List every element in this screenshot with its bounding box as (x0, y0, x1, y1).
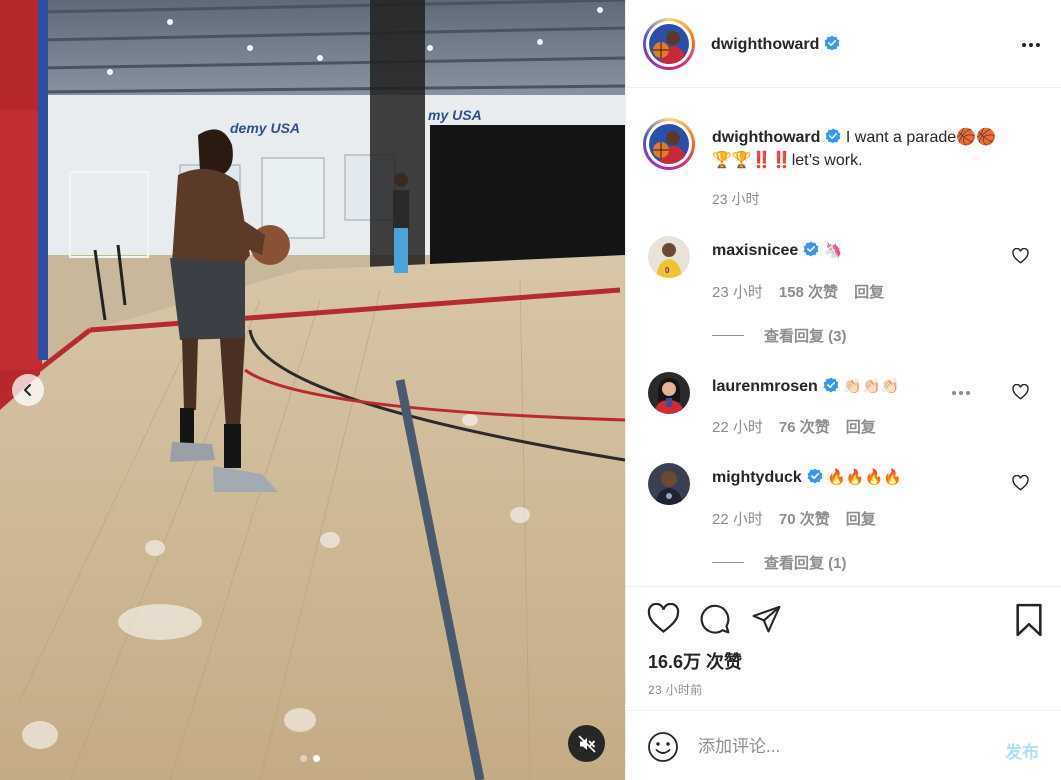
post-like-count[interactable]: 16.6万 次赞 (648, 648, 742, 674)
comment-username[interactable]: laurenmrosen (712, 378, 818, 395)
comment-meta-2: 22 小时 76 次赞 回复 (712, 416, 876, 437)
post-header: dwighthoward (626, 0, 1061, 88)
comment-like-count[interactable]: 158 次赞 (779, 281, 838, 302)
post-media-video[interactable]: demy USA my USA (0, 0, 625, 780)
divider-line (712, 335, 744, 336)
wall-sign-left: demy USA (230, 120, 300, 136)
add-comment-bar: 发布 (626, 710, 1061, 780)
verified-badge-icon (803, 241, 819, 257)
verified-badge-icon (826, 128, 841, 144)
speaker-muted-icon (578, 735, 595, 752)
comment-avatar-laurenmrosen[interactable] (648, 372, 690, 414)
comment-text: 🔥🔥🔥🔥 (827, 468, 902, 486)
view-replies-button[interactable]: 查看回复 (1) (712, 552, 847, 573)
comment-username[interactable]: mightyduck (712, 469, 802, 486)
caption-author-avatar-ring[interactable] (643, 118, 695, 170)
author-avatar (649, 24, 689, 64)
comment-time: 22 小时 (712, 511, 763, 528)
mute-toggle-button[interactable] (568, 725, 605, 762)
author-avatar-ring[interactable] (643, 18, 695, 70)
comment-reply-button[interactable]: 回复 (854, 281, 884, 302)
comment-meta-3: 22 小时 70 次赞 回复 (712, 508, 876, 529)
post-options-button[interactable] (1022, 43, 1040, 47)
comment-avatar-mightyduck[interactable] (648, 463, 690, 505)
caption-time: 23 小时 (712, 191, 760, 207)
verified-badge-icon (823, 377, 839, 393)
comment-avatar-maxisnicee[interactable]: 0 (648, 236, 690, 278)
comment-like-heart-icon[interactable] (1012, 248, 1029, 264)
comment-like-count[interactable]: 70 次赞 (779, 508, 830, 529)
post-timestamp: 23 小时前 (648, 683, 703, 697)
author-username[interactable]: dwighthoward (711, 36, 819, 53)
comment-body-2: laurenmrosen 👏🏻👏🏻👏🏻 (712, 377, 899, 396)
gym-scene-image: demy USA my USA (0, 0, 625, 780)
comment-like-count[interactable]: 76 次赞 (779, 416, 830, 437)
comment-text: 🦄 (823, 241, 843, 259)
comment-input[interactable] (698, 735, 978, 759)
post-side-panel: dwighthoward dwighthoward I want a parad… (625, 0, 1061, 780)
carousel-indicator (300, 755, 320, 762)
view-replies-label: 查看回复 (3) (764, 328, 847, 345)
chevron-left-icon (24, 384, 31, 396)
verified-badge-icon (825, 35, 840, 51)
divider-line (712, 562, 744, 563)
comment-body-3: mightyduck 🔥🔥🔥🔥 (712, 468, 902, 487)
post-actions-section: 16.6万 次赞 23 小时前 (626, 586, 1061, 710)
like-heart-icon[interactable] (647, 603, 680, 634)
emoji-smiley-icon[interactable] (647, 731, 679, 763)
caption-text-line2: 🏆🏆‼️‼️let’s work. (712, 152, 863, 169)
carousel-prev-button[interactable] (12, 374, 44, 406)
bookmark-icon[interactable] (1014, 603, 1044, 637)
comment-username[interactable]: maxisnicee (712, 242, 798, 259)
caption-username[interactable]: dwighthoward (712, 129, 820, 146)
comment-reply-button[interactable]: 回复 (846, 508, 876, 529)
verified-badge-icon (807, 468, 823, 484)
svg-text:0: 0 (665, 266, 670, 275)
carousel-dot-active (313, 755, 320, 762)
comment-options-button[interactable] (952, 391, 970, 395)
caption-text-line1: I want a parade🏀🏀 (845, 129, 997, 146)
post-comment-button[interactable]: 发布 (1005, 738, 1039, 763)
view-replies-button[interactable]: 查看回复 (3) (712, 325, 847, 346)
comment-bubble-icon[interactable] (698, 603, 732, 635)
comment-meta-1: 23 小时 158 次赞 回复 (712, 281, 884, 302)
comment-text: 👏🏻👏🏻👏🏻 (843, 377, 900, 395)
comment-body-1: maxisnicee 🦄 (712, 241, 842, 260)
comment-time: 22 小时 (712, 419, 763, 436)
carousel-dot (300, 755, 307, 762)
share-plane-icon[interactable] (750, 603, 783, 634)
post-caption: dwighthoward I want a parade🏀🏀 🏆🏆‼️‼️let… (712, 126, 1042, 172)
wall-sign-right: my USA (428, 107, 482, 123)
comment-reply-button[interactable]: 回复 (846, 416, 876, 437)
view-replies-label: 查看回复 (1) (764, 555, 847, 572)
comment-like-heart-icon[interactable] (1012, 384, 1029, 400)
caption-author-avatar (649, 124, 689, 164)
comment-like-heart-icon[interactable] (1012, 475, 1029, 491)
comment-time: 23 小时 (712, 284, 763, 301)
